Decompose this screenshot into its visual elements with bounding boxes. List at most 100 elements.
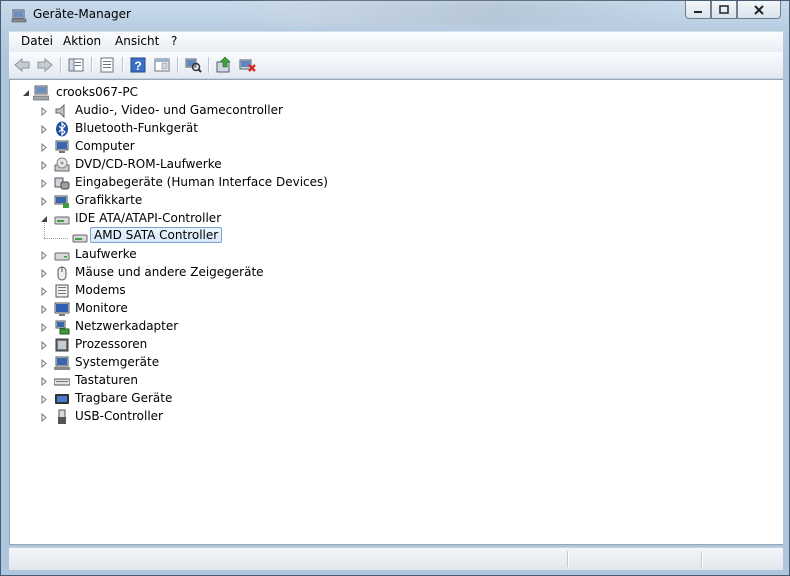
collapsed-arrow-icon[interactable]: [40, 161, 49, 170]
tree-category-row[interactable]: IDE ATA/ATAPI-Controller: [40, 210, 440, 228]
tree-category-label: Laufwerke: [75, 247, 137, 261]
tree-category-label: IDE ATA/ATAPI-Controller: [75, 211, 222, 225]
tree-category-label: USB-Controller: [75, 409, 163, 423]
processor-icon: [55, 338, 69, 352]
tree-root-row[interactable]: crooks067-PC: [20, 84, 320, 102]
collapsed-arrow-icon[interactable]: [40, 287, 49, 296]
tree-category-row[interactable]: Monitore: [40, 300, 440, 318]
view-icon[interactable]: [153, 56, 171, 74]
disk-drive-icon: [54, 252, 70, 261]
menu-help[interactable]: ?: [171, 34, 177, 48]
menu-bar: Datei Aktion Ansicht ?: [9, 31, 783, 52]
forward-arrow-icon[interactable]: [36, 56, 54, 74]
tree-category-row[interactable]: USB-Controller: [40, 408, 440, 426]
tree-category-row[interactable]: Laufwerke: [40, 246, 440, 264]
device-tree[interactable]: crooks067-PC Audio-, Video- und Gamecont…: [9, 79, 783, 545]
tree-category-label: Tragbare Geräte: [75, 391, 173, 405]
uninstall-icon[interactable]: [239, 56, 257, 74]
tree-category-label: Audio-, Video- und Gamecontroller: [75, 103, 283, 117]
tree-category-row[interactable]: Bluetooth-Funkgerät: [40, 120, 440, 138]
ide-controller-icon: [54, 216, 70, 225]
collapsed-arrow-icon[interactable]: [40, 179, 49, 188]
maximize-button[interactable]: [711, 1, 737, 19]
collapsed-arrow-icon[interactable]: [40, 359, 49, 368]
tree-category-label: Grafikkarte: [75, 193, 143, 207]
tree-category-row[interactable]: Mäuse und andere Zeigegeräte: [40, 264, 440, 282]
tree-category-label: Bluetooth-Funkgerät: [75, 121, 198, 135]
collapsed-arrow-icon[interactable]: [40, 341, 49, 350]
ide-controller-icon: [72, 234, 88, 243]
collapsed-arrow-icon[interactable]: [40, 413, 49, 422]
portable-devices-icon: [55, 394, 69, 404]
title-bar[interactable]: Geräte-Manager: [1, 1, 789, 29]
tree-category-row[interactable]: Tastaturen: [40, 372, 440, 390]
tree-category-label: Monitore: [75, 301, 128, 315]
tree-category-row[interactable]: Audio-, Video- und Gamecontroller: [40, 102, 440, 120]
tree-category-label: Mäuse und andere Zeigegeräte: [75, 265, 264, 279]
collapsed-arrow-icon[interactable]: [40, 377, 49, 386]
keyboard-icon: [54, 378, 70, 386]
computer-root-icon: [33, 85, 49, 101]
console-tree-icon[interactable]: [67, 56, 85, 74]
mouse-icon: [57, 266, 67, 281]
usb-icon: [58, 409, 66, 424]
expanded-arrow-icon[interactable]: [22, 89, 31, 98]
tree-category-row[interactable]: Systemgeräte: [40, 354, 440, 372]
tree-category-label: Eingabegeräte (Human Interface Devices): [75, 175, 328, 189]
computer-icon: [55, 140, 69, 153]
close-button[interactable]: [737, 1, 781, 19]
tree-category-row[interactable]: Eingabegeräte (Human Interface Devices): [40, 174, 440, 192]
status-bar: [9, 547, 783, 570]
dvd-drive-icon: [54, 157, 70, 172]
tree-category-row[interactable]: Prozessoren: [40, 336, 440, 354]
tree-category-row[interactable]: Tragbare Geräte: [40, 390, 440, 408]
maximize-icon: [719, 4, 729, 14]
tree-category-label: Prozessoren: [75, 337, 148, 351]
speaker-icon: [55, 103, 65, 119]
display-adapter-icon: [54, 195, 69, 208]
minimize-button[interactable]: [685, 1, 711, 19]
menu-datei[interactable]: Datei: [21, 34, 53, 48]
tree-category-row[interactable]: DVD/CD-ROM-Laufwerke: [40, 156, 440, 174]
tree-category-row[interactable]: Computer: [40, 138, 440, 156]
collapsed-arrow-icon[interactable]: [40, 107, 49, 116]
close-icon: [754, 4, 764, 15]
svg-text:?: ?: [134, 59, 141, 73]
collapsed-arrow-icon[interactable]: [40, 395, 49, 404]
tree-category-row[interactable]: Modems: [40, 282, 440, 300]
collapsed-arrow-icon[interactable]: [40, 125, 49, 134]
menu-aktion[interactable]: Aktion: [63, 34, 101, 48]
device-manager-icon: [11, 9, 27, 23]
collapsed-arrow-icon[interactable]: [40, 323, 49, 332]
tree-category-label: Computer: [75, 139, 135, 153]
menu-ansicht[interactable]: Ansicht: [115, 34, 159, 48]
tree-category-label: Modems: [75, 283, 126, 297]
tree-category-label: DVD/CD-ROM-Laufwerke: [75, 157, 222, 171]
tree-device-label[interactable]: AMD SATA Controller: [90, 227, 223, 243]
back-arrow-icon[interactable]: [13, 56, 31, 74]
minimize-icon: [694, 10, 702, 13]
scan-hardware-icon[interactable]: [184, 56, 202, 74]
hid-icon: [54, 177, 70, 190]
collapsed-arrow-icon[interactable]: [40, 143, 49, 152]
tree-category-label: Tastaturen: [75, 373, 138, 387]
collapsed-arrow-icon[interactable]: [40, 197, 49, 206]
system-devices-icon: [54, 356, 70, 370]
collapsed-arrow-icon[interactable]: [40, 251, 49, 260]
network-adapter-icon: [55, 320, 70, 335]
window-title: Geräte-Manager: [33, 7, 131, 21]
help-icon[interactable]: ?: [129, 56, 147, 74]
tree-category-row[interactable]: Netzwerkadapter: [40, 318, 440, 336]
properties-icon[interactable]: [98, 56, 116, 74]
toolbar: ?: [9, 52, 783, 79]
tree-device-row[interactable]: AMD SATA Controller: [58, 227, 358, 246]
tree-root-label: crooks067-PC: [56, 85, 139, 99]
tree-category-label: Netzwerkadapter: [75, 319, 179, 333]
update-driver-icon[interactable]: [215, 56, 233, 74]
expanded-arrow-icon[interactable]: [40, 215, 49, 224]
bluetooth-icon: [56, 121, 68, 137]
monitor-icon: [54, 302, 70, 316]
collapsed-arrow-icon[interactable]: [40, 305, 49, 314]
collapsed-arrow-icon[interactable]: [40, 269, 49, 278]
tree-category-row[interactable]: Grafikkarte: [40, 192, 440, 210]
